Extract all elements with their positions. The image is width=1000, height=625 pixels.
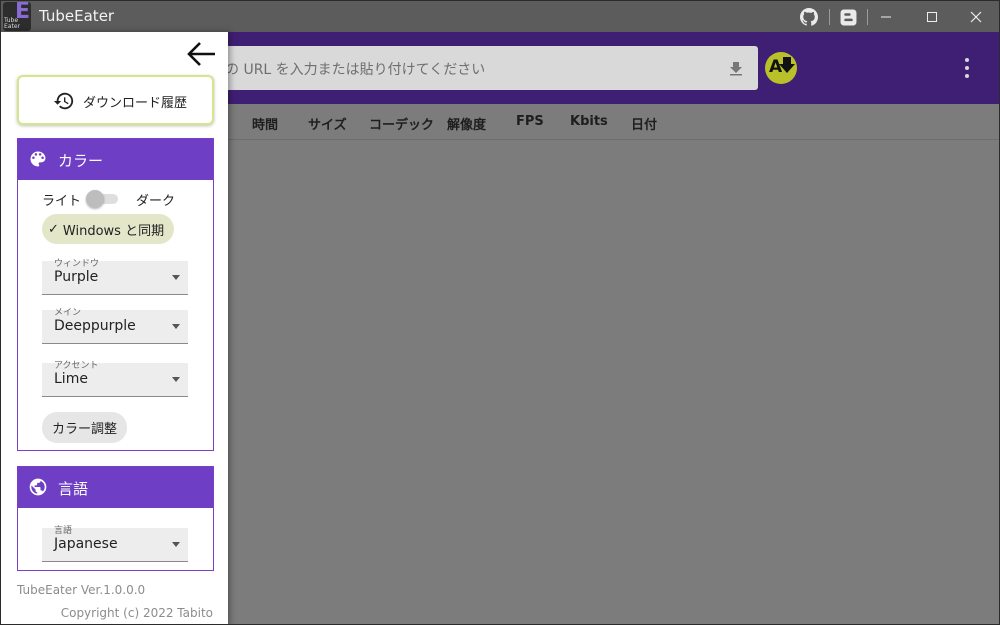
accent-color-value: Lime xyxy=(54,371,88,387)
main-color-select[interactable]: メイン Deeppurple xyxy=(42,308,188,344)
window-color-select[interactable]: ウィンドウ Purple xyxy=(42,259,188,295)
titlebar-divider xyxy=(829,9,830,25)
color-card-header: カラー xyxy=(18,139,213,180)
settings-drawer: ダウンロード履歴 カラー ライト ダーク ✓ Windows と同期 ウィンドウ… xyxy=(1,32,228,624)
accent-color-caption: アクセント xyxy=(54,361,99,371)
maximize-button[interactable] xyxy=(909,1,955,32)
dark-label: ダーク xyxy=(136,194,176,209)
history-icon xyxy=(53,90,75,116)
language-select[interactable]: 言語 Japanese xyxy=(42,526,188,562)
color-adjust-button[interactable]: カラー調整 xyxy=(42,412,128,443)
blogger-icon[interactable] xyxy=(838,7,858,27)
back-arrow-icon[interactable] xyxy=(185,40,221,68)
github-icon[interactable] xyxy=(799,7,819,27)
chevron-down-icon xyxy=(172,275,180,280)
title-bar: E Tube Eater TubeEater xyxy=(1,1,999,32)
column-time[interactable]: 時間 xyxy=(252,114,278,133)
column-date[interactable]: 日付 xyxy=(631,114,657,133)
column-fps[interactable]: FPS xyxy=(516,114,544,129)
copyright-text: Copyright (c) 2022 Tabito xyxy=(60,606,213,620)
window-color-value: Purple xyxy=(54,269,99,285)
resize-grip-icon[interactable] xyxy=(989,614,997,624)
app-window: E Tube Eater TubeEater の URL を入力または貼り付けて… xyxy=(0,0,1000,625)
auto-download-button[interactable]: A xyxy=(765,52,797,84)
chevron-down-icon xyxy=(172,324,180,329)
download-history-label: ダウンロード履歴 xyxy=(83,96,188,111)
color-settings-card: カラー ライト ダーク ✓ Windows と同期 ウィンドウ Purple メ… xyxy=(17,138,214,451)
more-menu-icon[interactable] xyxy=(959,56,975,80)
palette-icon xyxy=(28,149,48,173)
column-codec[interactable]: コーデック xyxy=(369,114,434,133)
globe-icon xyxy=(28,477,48,501)
language-card-title: 言語 xyxy=(58,480,89,498)
chevron-down-icon xyxy=(172,542,180,547)
window-color-caption: ウィンドウ xyxy=(54,259,100,269)
language-value: Japanese xyxy=(54,536,118,552)
sync-windows-label: Windows と同期 xyxy=(62,223,165,239)
app-logo-text: Tube Eater xyxy=(4,17,20,30)
theme-toggle-row: ライト ダーク xyxy=(42,189,202,209)
main-color-caption: メイン xyxy=(54,308,82,318)
minimize-button[interactable] xyxy=(863,1,909,32)
column-size[interactable]: サイズ xyxy=(308,114,347,133)
download-history-button[interactable]: ダウンロード履歴 xyxy=(17,75,214,125)
sync-windows-chip[interactable]: ✓ Windows と同期 xyxy=(42,214,175,244)
language-card-header: 言語 xyxy=(18,467,213,508)
accent-color-select[interactable]: アクセント Lime xyxy=(42,361,188,397)
url-placeholder: の URL を入力または貼り付けてください xyxy=(225,62,486,78)
color-card-title: カラー xyxy=(58,152,104,170)
app-logo: E Tube Eater xyxy=(3,2,31,31)
column-resolution[interactable]: 解像度 xyxy=(447,114,486,133)
language-caption: 言語 xyxy=(54,526,73,536)
main-color-value: Deeppurple xyxy=(54,318,136,334)
version-text: TubeEater Ver.1.0.0.0 xyxy=(17,583,146,597)
url-input[interactable]: の URL を入力または貼り付けてください xyxy=(213,46,758,90)
download-icon[interactable] xyxy=(728,60,744,76)
light-label: ライト xyxy=(42,194,82,209)
chevron-down-icon xyxy=(172,377,180,382)
language-settings-card: 言語 言語 Japanese xyxy=(17,466,214,571)
check-icon: ✓ xyxy=(48,221,59,237)
window-title: TubeEater xyxy=(39,7,115,25)
column-kbits[interactable]: Kbits xyxy=(570,114,608,129)
close-button[interactable] xyxy=(953,1,999,32)
dark-mode-switch[interactable] xyxy=(86,190,118,208)
download-arrow-icon xyxy=(779,57,795,73)
